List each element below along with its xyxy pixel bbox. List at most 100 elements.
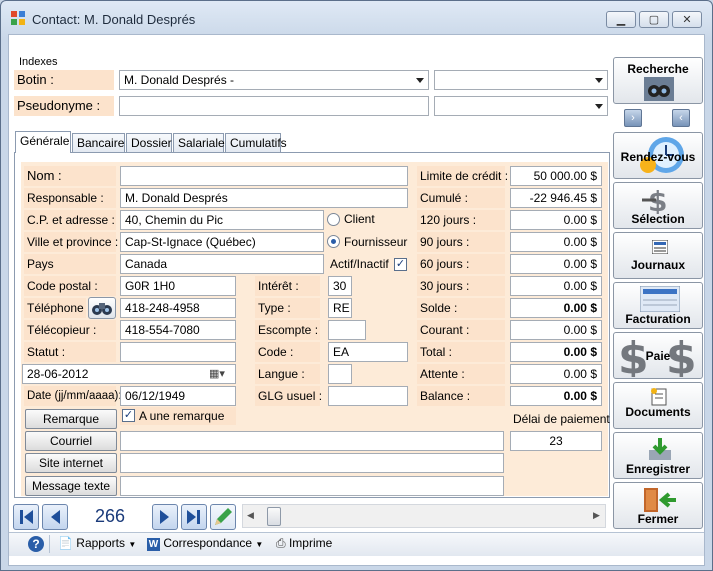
finance-value: 0.00 $ — [510, 232, 602, 252]
message-texte-input[interactable] — [120, 476, 504, 496]
rendez-vous-button[interactable]: Rendez-vous — [613, 132, 703, 179]
documents-label: Documents — [625, 405, 691, 419]
finance-label: Attente : — [417, 364, 505, 384]
client-radio-label: Client — [344, 212, 375, 226]
record-number: 266 — [72, 504, 148, 530]
scroll-left-icon: ◀ — [247, 510, 254, 520]
printer-icon: ⎙ — [276, 536, 286, 550]
pseudonyme-input[interactable] — [119, 96, 429, 116]
code-input[interactable]: EA — [328, 342, 408, 362]
telecopieur-input[interactable]: 418-554-7080 — [120, 320, 236, 340]
fournisseur-radio[interactable] — [327, 235, 340, 248]
binoculars-button[interactable] — [88, 297, 116, 319]
rapports-menu[interactable]: 📄 Rapports ▼ — [58, 536, 136, 554]
previous-icon — [51, 510, 60, 524]
chevron-right-icon: › — [631, 112, 635, 124]
record-scrollbar[interactable]: ◀ ▶ — [242, 504, 606, 528]
site-internet-button[interactable]: Site internet — [25, 453, 117, 473]
finance-label: 90 jours : — [417, 232, 505, 252]
date-picker[interactable]: 28-06-2012 ▦▾ — [22, 364, 236, 384]
courriel-button[interactable]: Courriel — [25, 431, 117, 451]
facturation-button[interactable]: Facturation — [613, 282, 703, 329]
chevron-down-icon: ▼ — [128, 540, 137, 549]
next-arrow-button[interactable]: › — [624, 109, 642, 127]
statut-input[interactable] — [120, 342, 236, 362]
finance-label: Limite de crédit : — [417, 166, 508, 186]
responsable-input[interactable]: M. Donald Després — [120, 188, 408, 208]
minimize-icon: ▁ — [616, 14, 626, 26]
date-naissance-input[interactable]: 06/12/1949 — [120, 386, 236, 406]
date-picker-value: 28-06-2012 — [27, 367, 89, 381]
scrollbar-thumb[interactable] — [267, 507, 281, 526]
correspondance-menu[interactable]: W Correspondance ▼ — [147, 536, 263, 554]
next-record-button[interactable] — [152, 504, 178, 530]
finance-value: 0.00 $ — [510, 210, 602, 230]
window-title: Contact: M. Donald Després — [32, 12, 196, 27]
botin-combo[interactable]: M. Donald Després - — [119, 70, 429, 90]
pseudonyme-extra-combo[interactable] — [434, 96, 608, 116]
actif-inactif-checkbox[interactable]: ✓ — [394, 258, 407, 271]
adresse-input[interactable]: 40, Chemin du Pic — [120, 210, 324, 230]
indexes-group-label: Indexes — [19, 56, 58, 68]
journaux-button[interactable]: Journaux — [613, 232, 703, 279]
next-icon — [160, 510, 169, 524]
finance-label: Cumulé : — [417, 188, 505, 208]
recherche-button[interactable]: Recherche — [613, 57, 703, 104]
rapports-label: Rapports — [76, 536, 125, 550]
interet-input[interactable]: 30 — [328, 276, 352, 296]
edit-record-button[interactable] — [210, 504, 236, 530]
finance-label: Courant : — [417, 320, 505, 340]
date-naissance-label: Date (jj/mm/aaaa): — [24, 386, 122, 406]
tab-bancaire[interactable]: Bancaire — [72, 133, 125, 152]
tab-salariale[interactable]: Salariale — [173, 133, 225, 152]
botin-extra-combo[interactable] — [434, 70, 608, 90]
title-bar: Contact: M. Donald Després ▁ ▢ ✕ — [0, 0, 713, 34]
first-record-button[interactable] — [13, 504, 39, 530]
close-button[interactable]: ✕ — [672, 11, 702, 28]
code-postal-input[interactable]: G0R 1H0 — [120, 276, 236, 296]
delai-paiement-label: Délai de paiement — [513, 412, 610, 426]
enregistrer-button[interactable]: Enregistrer — [613, 432, 703, 479]
escompte-input[interactable] — [328, 320, 366, 340]
nom-label: Nom : — [24, 166, 116, 186]
binoculars-icon — [644, 77, 674, 101]
imprime-label: Imprime — [288, 536, 333, 550]
help-button[interactable]: ? — [28, 536, 44, 552]
journal-icon — [652, 240, 668, 254]
remarque-button[interactable]: Remarque — [25, 409, 117, 429]
paie-button[interactable]: $ $ Paie — [613, 332, 703, 379]
courriel-input[interactable] — [120, 431, 504, 451]
type-input[interactable]: RE — [328, 298, 352, 318]
chevron-down-icon — [595, 104, 603, 109]
code-postal-label: Code postal : — [24, 276, 116, 296]
previous-record-button[interactable] — [42, 504, 68, 530]
prev-arrow-button[interactable]: ‹ — [672, 109, 690, 127]
report-icon: 📄 — [58, 536, 73, 550]
site-internet-input[interactable] — [120, 453, 504, 473]
maximize-button[interactable]: ▢ — [639, 11, 669, 28]
message-texte-button[interactable]: Message texte — [25, 476, 117, 496]
telephone-input[interactable]: 418-248-4958 — [120, 298, 236, 318]
fournisseur-radio-label: Fournisseur — [344, 235, 408, 249]
ville-province-input[interactable]: Cap-St-Ignace (Québec) — [120, 232, 324, 252]
glg-usuel-input[interactable] — [328, 386, 408, 406]
tab-dossier[interactable]: Dossier — [126, 133, 172, 152]
facturation-label: Facturation — [625, 312, 691, 326]
fermer-button[interactable]: Fermer — [613, 482, 703, 529]
delai-paiement-input[interactable]: 23 — [510, 431, 602, 451]
selection-label: Sélection — [631, 212, 685, 226]
tab-cumulatifs[interactable]: Cumulatifs — [225, 133, 287, 152]
langue-input[interactable] — [328, 364, 352, 384]
imprime-button[interactable]: ⎙ Imprime — [276, 536, 332, 554]
remarque-checkbox[interactable]: ✓ — [122, 409, 135, 422]
nom-input[interactable] — [120, 166, 408, 186]
minimize-button[interactable]: ▁ — [606, 11, 636, 28]
tab-generale[interactable]: Générale — [15, 131, 71, 153]
last-record-button[interactable] — [181, 504, 207, 530]
documents-button[interactable]: Documents — [613, 382, 703, 429]
selection-button[interactable]: $ Sélection — [613, 182, 703, 229]
pays-input[interactable]: Canada — [120, 254, 324, 274]
finance-value: 0.00 $ — [510, 364, 602, 384]
finance-value: -22 946.45 $ — [510, 188, 602, 208]
client-radio[interactable] — [327, 213, 340, 226]
